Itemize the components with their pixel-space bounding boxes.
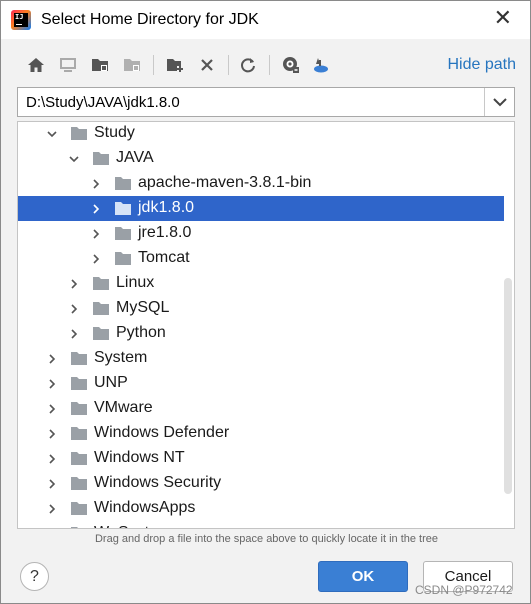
tree-row[interactable]: Tomcat [18,246,504,271]
chevron-down-icon[interactable] [46,127,58,139]
title-bar: IJ Select Home Directory for JDK ✕ [1,1,530,39]
tree-row[interactable]: VMware [18,396,504,421]
toolbar-separator [269,55,270,75]
path-dropdown-button[interactable] [484,88,514,116]
tree-row-label: UNP [94,374,128,391]
folder-icon [92,275,110,291]
tree-row-label: Tomcat [138,249,190,266]
chevron-right-icon[interactable] [46,402,58,414]
chevron-right-icon[interactable] [90,202,102,214]
tree-row-label: VMware [94,399,153,416]
chevron-down-icon [493,98,507,107]
folder-icon [70,500,88,516]
module-folder-icon[interactable] [121,54,143,76]
tree-row[interactable]: Study [18,122,504,146]
chevron-right-icon[interactable] [46,527,58,528]
close-icon[interactable]: ✕ [494,6,512,31]
drag-drop-hint: Drag and drop a file into the space abov… [94,533,439,545]
folder-icon [92,150,110,166]
toolbar-separator [153,55,154,75]
refresh-icon[interactable] [237,54,259,76]
chevron-right-icon[interactable] [46,477,58,489]
tree-row[interactable]: WpSystem [18,521,504,528]
tree-row-label: Study [94,124,135,141]
tree-row[interactable]: MySQL [18,296,504,321]
home-icon[interactable] [25,54,47,76]
chevron-right-icon[interactable] [90,177,102,189]
desktop-icon[interactable] [57,54,79,76]
tree-row[interactable]: JAVA [18,146,504,171]
tree-row-label: WindowsApps [94,499,196,516]
hide-show-icon[interactable] [280,54,302,76]
tree-row-label: Linux [116,274,155,291]
watermark: CSDN @P972742 [415,583,513,597]
ok-button[interactable]: OK [318,561,408,592]
tree-row[interactable]: Windows Security [18,471,504,496]
chevron-right-icon[interactable] [90,227,102,239]
folder-icon [70,375,88,391]
folder-icon [70,425,88,441]
intellij-app-icon: IJ [11,10,31,30]
tree-row-label: WpSystem [94,524,171,528]
tree-row-label: jre1.8.0 [138,224,192,241]
tree-row[interactable]: Python [18,321,504,346]
chevron-right-icon[interactable] [46,427,58,439]
folder-icon [70,400,88,416]
tree-row[interactable]: WindowsApps [18,496,504,521]
chevron-right-icon[interactable] [68,327,80,339]
tree-row[interactable]: Windows NT [18,446,504,471]
chevron-right-icon[interactable] [46,377,58,389]
chevron-right-icon[interactable] [46,452,58,464]
folder-icon [114,200,132,216]
chevron-right-icon[interactable] [46,352,58,364]
wsl-icon[interactable] [310,54,332,76]
folder-icon [70,125,88,141]
tree-row-label: jdk1.8.0 [138,199,195,216]
tree-row[interactable]: Windows Defender [18,421,504,446]
toolbar-separator [228,55,229,75]
tree-row[interactable]: System [18,346,504,371]
tree-row-label: Windows Defender [94,424,230,441]
chevron-down-icon[interactable] [68,152,80,164]
tree-scrollbar[interactable] [504,278,512,494]
toolbar: Hide path [1,51,530,79]
folder-icon [114,225,132,241]
folder-icon [92,325,110,341]
tree-row[interactable]: UNP [18,371,504,396]
delete-icon[interactable] [196,54,218,76]
folder-icon [70,475,88,491]
tree-row[interactable]: Linux [18,271,504,296]
path-combo[interactable] [17,87,515,117]
folder-icon [92,300,110,316]
tree-row-label: Windows Security [94,474,222,491]
new-folder-icon[interactable] [164,54,186,76]
file-tree[interactable]: Study JAVA apache-maven-3.8.1-bin jdk1.8.0 j… [17,121,515,529]
path-field[interactable] [18,88,484,116]
folder-icon [114,250,132,266]
hide-path-link[interactable]: Hide path [448,56,517,74]
tree-row[interactable]: apache-maven-3.8.1-bin [18,171,504,196]
chevron-right-icon[interactable] [68,302,80,314]
folder-icon [114,175,132,191]
chevron-right-icon[interactable] [90,252,102,264]
dialog-window: IJ Select Home Directory for JDK ✕ Hide … [0,0,531,604]
folder-icon [70,350,88,366]
tree-row-label: apache-maven-3.8.1-bin [138,174,312,191]
project-folder-icon[interactable] [89,54,111,76]
chevron-right-icon[interactable] [46,502,58,514]
tree-row[interactable]: jre1.8.0 [18,221,504,246]
folder-icon [70,450,88,466]
tree-row-label: System [94,349,148,366]
chevron-right-icon[interactable] [68,277,80,289]
dialog-title: Select Home Directory for JDK [41,11,259,28]
tree-row-label: Python [116,324,166,341]
tree-row[interactable]: jdk1.8.0 [18,196,504,221]
help-button[interactable]: ? [20,562,49,591]
folder-icon [70,525,88,528]
tree-row-label: MySQL [116,299,170,316]
tree-row-label: JAVA [116,149,154,166]
tree-row-label: Windows NT [94,449,185,466]
